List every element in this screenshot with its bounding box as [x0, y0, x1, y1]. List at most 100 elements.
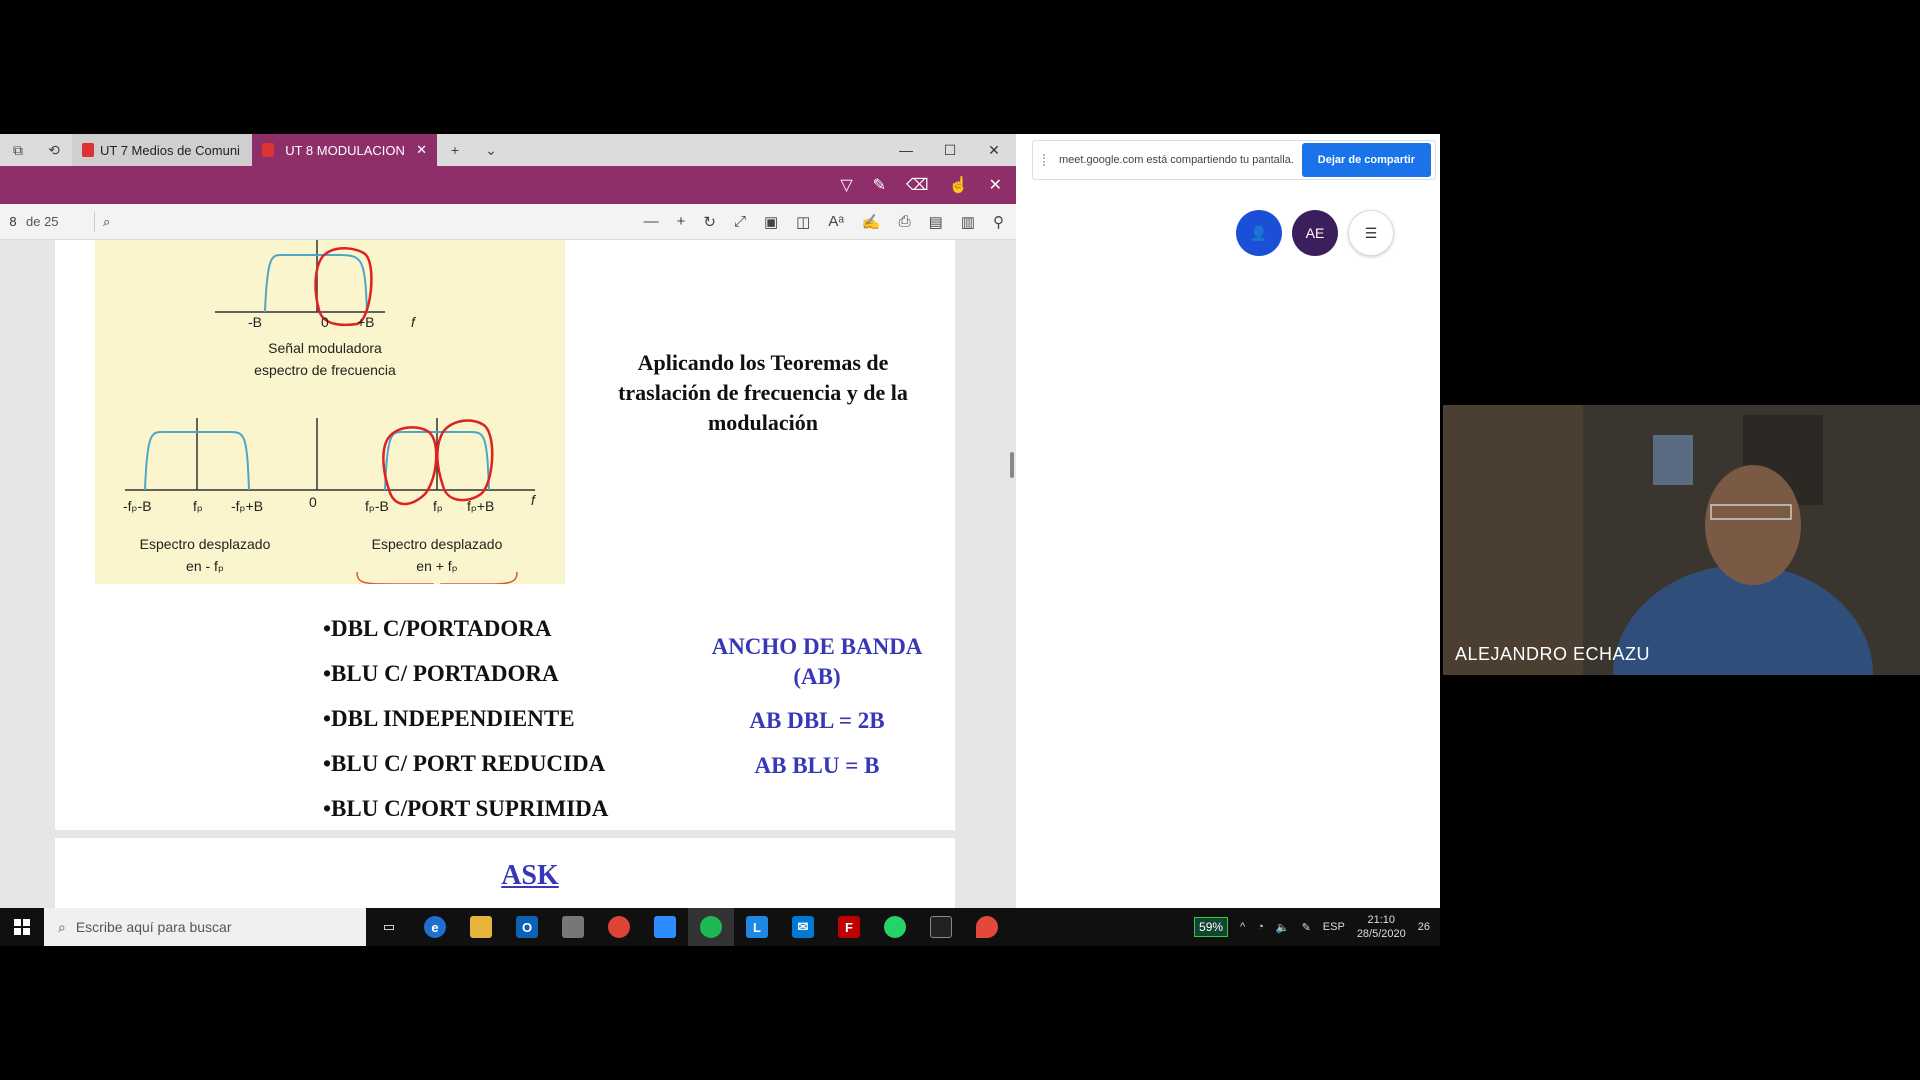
- read-aloud-icon[interactable]: Aᵃ: [828, 213, 844, 231]
- highlighter-icon[interactable]: ▽: [840, 175, 852, 195]
- tick-label: 0: [321, 314, 329, 330]
- shared-desktop: ⧉ ⟲ UT 7 Medios de Comuni UT 8 MODULACIO…: [0, 134, 1440, 946]
- left-caption-line2: en - fₚ: [186, 558, 224, 574]
- terminal-icon[interactable]: [918, 908, 964, 946]
- tab-ut8[interactable]: UT 8 MODULACION ✕: [252, 134, 437, 166]
- edge-icon[interactable]: e: [412, 908, 458, 946]
- bullet-item: •BLU C/ PORTADORA: [323, 661, 559, 686]
- app-icon[interactable]: [550, 908, 596, 946]
- ab-blu: AB BLU = B: [754, 753, 880, 778]
- tab-bar: ⧉ ⟲ UT 7 Medios de Comuni UT 8 MODULACIO…: [0, 134, 1016, 166]
- divider: [94, 211, 95, 232]
- top-caption-line1: Señal moduladora: [268, 340, 382, 356]
- screen: ⧉ ⟲ UT 7 Medios de Comuni UT 8 MODULACIO…: [0, 0, 1920, 1080]
- pdf-tools: — + ↻ ⤢ ▣ ◫ Aᵃ ✍ ⎙ ▤ ▥ ⚲: [644, 213, 1016, 231]
- close-ink-icon[interactable]: ✕: [989, 175, 1002, 195]
- window-controls: — ☐ ✕: [884, 134, 1016, 166]
- menu-icon[interactable]: ☰: [1348, 210, 1394, 256]
- left-caption-line1: Espectro desplazado: [139, 536, 271, 552]
- tab-back-icon[interactable]: ⟲: [36, 134, 72, 166]
- meet-panel: meet.google.com está compartiendo tu pan…: [1016, 134, 1440, 908]
- time: 21:10: [1367, 914, 1396, 926]
- minimize-icon[interactable]: —: [884, 134, 928, 166]
- tick-label: -fₚ+B: [231, 498, 264, 514]
- save-icon[interactable]: ▤: [929, 213, 943, 231]
- volume-icon[interactable]: 🔈: [1276, 921, 1290, 934]
- bullet-item: •BLU C/PORT SUPRIMIDA: [323, 796, 609, 821]
- two-page-icon[interactable]: ◫: [796, 213, 810, 231]
- search-placeholder: Escribe aquí para buscar: [75, 919, 232, 935]
- tick-label: -B: [248, 314, 262, 330]
- maximize-icon[interactable]: ☐: [928, 134, 972, 166]
- task-view-icon[interactable]: ▭: [366, 908, 412, 946]
- tick-label: fₚ-B: [365, 498, 389, 514]
- chrome-icon[interactable]: [596, 908, 642, 946]
- share-notification-bar: meet.google.com está compartiendo tu pan…: [1032, 140, 1436, 180]
- tab-ut7[interactable]: UT 7 Medios de Comuni: [72, 134, 252, 166]
- pen-tray-icon[interactable]: ✎: [1302, 921, 1311, 934]
- zoom-in-icon[interactable]: +: [677, 213, 686, 231]
- webcam-image: [1443, 405, 1920, 675]
- file-explorer-icon[interactable]: [458, 908, 504, 946]
- outlook-icon[interactable]: O: [504, 908, 550, 946]
- whatsapp-icon[interactable]: [872, 908, 918, 946]
- draw-icon[interactable]: ✍: [862, 213, 881, 231]
- save-as-icon[interactable]: ▥: [961, 213, 975, 231]
- chevron-up-icon[interactable]: ^: [1240, 921, 1245, 933]
- pdf-page-next: ASK: [55, 838, 955, 908]
- spectrum-diagram: -B 0 +B f Señal moduladora espectro de f…: [95, 240, 565, 599]
- windows-start-icon[interactable]: [0, 908, 44, 946]
- print-icon[interactable]: ⎙: [899, 213, 911, 231]
- mail-icon[interactable]: ✉: [780, 908, 826, 946]
- zoom-icon[interactable]: [642, 908, 688, 946]
- pdf-viewport[interactable]: -B 0 +B f Señal moduladora espectro de f…: [0, 240, 1016, 908]
- clock[interactable]: 21:10 28/5/2020: [1357, 913, 1406, 941]
- scrollbar-thumb[interactable]: [1010, 452, 1014, 478]
- next-page-title: ASK: [501, 860, 559, 891]
- pdf-file-icon: [82, 143, 94, 157]
- pin-icon[interactable]: ⚲: [993, 213, 1004, 231]
- battery-indicator[interactable]: 59%: [1194, 917, 1229, 937]
- date: 28/5/2020: [1356, 928, 1406, 940]
- tick-label: fₚ+B: [467, 498, 495, 514]
- fit-page-icon[interactable]: ⤢: [734, 213, 746, 231]
- tab-label: UT 7 Medios de Comuni: [100, 142, 240, 158]
- touch-writing-icon[interactable]: ☝: [949, 175, 969, 195]
- close-window-icon[interactable]: ✕: [972, 134, 1016, 166]
- pdf-file-icon: [262, 143, 274, 157]
- notifications-badge[interactable]: 26: [1418, 921, 1430, 933]
- annotation-bar: ▽ ✎ ⌫ ☝ ✕: [0, 166, 1016, 204]
- page-number-input[interactable]: 8: [0, 214, 26, 229]
- pen-icon[interactable]: ✎: [873, 175, 886, 195]
- pdf-page: -B 0 +B f Señal moduladora espectro de f…: [55, 240, 955, 830]
- filezilla-icon[interactable]: F: [826, 908, 872, 946]
- browser-window: ⧉ ⟲ UT 7 Medios de Comuni UT 8 MODULACIO…: [0, 134, 1016, 908]
- app-l-icon[interactable]: L: [734, 908, 780, 946]
- spotify-icon[interactable]: [688, 908, 734, 946]
- drag-handle-icon[interactable]: [1043, 154, 1049, 166]
- participant-icon[interactable]: 👤: [1236, 210, 1282, 256]
- network-icon[interactable]: ◔: [1257, 921, 1264, 933]
- app-drop-icon[interactable]: [964, 908, 1010, 946]
- ab-dbl: AB DBL = 2B: [749, 708, 885, 733]
- new-tab-icon[interactable]: +: [437, 134, 473, 166]
- right-caption-line2: en + fₚ: [416, 558, 458, 574]
- tab-list-chevron-icon[interactable]: ⌄: [473, 134, 509, 166]
- rotate-icon[interactable]: ↻: [703, 213, 716, 231]
- spectrum-svg: [125, 240, 535, 599]
- avatar[interactable]: AE: [1292, 210, 1338, 256]
- zoom-out-icon[interactable]: —: [644, 213, 659, 231]
- tab-label: UT 8 MODULACION: [285, 142, 405, 158]
- search-icon[interactable]: ⌕: [103, 214, 110, 230]
- stop-sharing-button[interactable]: Dejar de compartir: [1301, 143, 1431, 177]
- close-tab-icon[interactable]: ✕: [416, 142, 427, 158]
- eraser-icon[interactable]: ⌫: [906, 175, 929, 195]
- tick-label: f: [411, 314, 415, 330]
- page-view-icon[interactable]: ▣: [764, 213, 778, 231]
- system-tray: 59% ^ ◔ 🔈 ✎ ESP 21:10 28/5/2020 26: [1194, 913, 1440, 941]
- search-icon: ⌕: [58, 918, 66, 935]
- bullet-item: •BLU C/ PORT REDUCIDA: [323, 751, 606, 776]
- taskbar-search[interactable]: ⌕ Escribe aquí para buscar: [44, 908, 366, 946]
- tab-actions-icon[interactable]: ⧉: [0, 134, 36, 166]
- language-indicator[interactable]: ESP: [1323, 921, 1345, 933]
